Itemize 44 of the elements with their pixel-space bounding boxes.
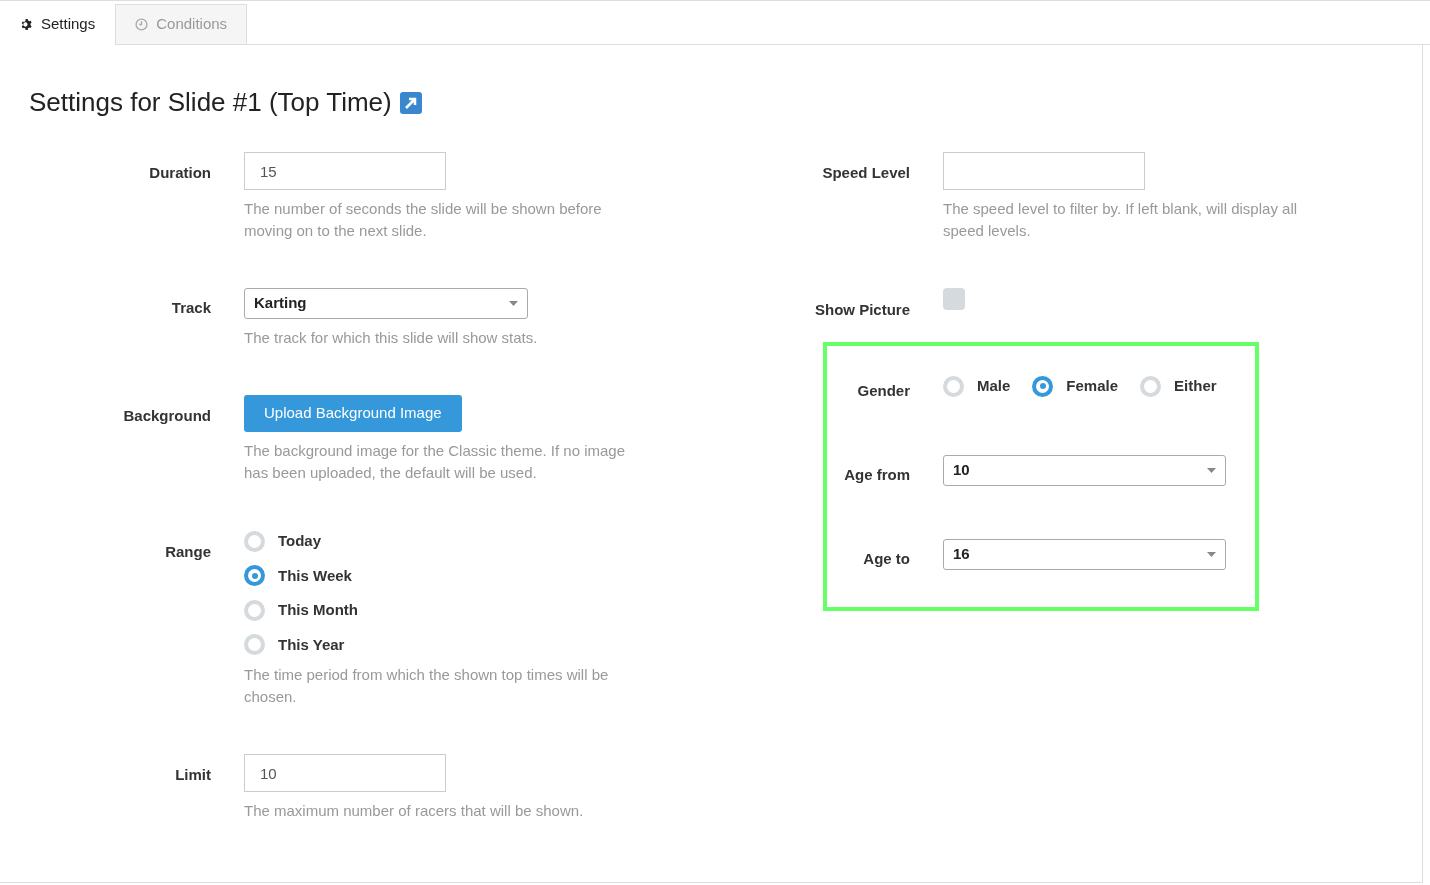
radio-button[interactable] [1032, 375, 1054, 397]
help-text: The background image for the Classic theme. If no image has been uploaded, the default will be used. [244, 441, 627, 483]
radio-button[interactable] [244, 599, 265, 621]
help-text: The speed level to filter by. If left blank, will display all speed levels. [943, 199, 1299, 241]
help-text: The time period from which the shown top times will be chosen. [244, 665, 610, 707]
radio-label: Today [278, 531, 322, 551]
radio-button[interactable] [1140, 375, 1162, 397]
field-label: Track [171, 299, 211, 316]
clock-icon [135, 18, 149, 31]
field-label: Gender [857, 382, 910, 399]
select-field[interactable]: 16 [943, 539, 1226, 570]
radio-button[interactable] [244, 530, 265, 552]
radio-label: Male [977, 376, 1011, 396]
radio-label: This Week [278, 565, 352, 586]
field-label: Age from [844, 466, 910, 483]
radio-button[interactable] [244, 634, 265, 656]
radio-label: Female [1066, 376, 1119, 396]
radio-label: Either [1174, 376, 1217, 396]
external-link-icon[interactable] [399, 91, 422, 114]
field-label: Speed Level [822, 164, 910, 181]
caret-icon [1207, 468, 1216, 473]
help-text: The maximum number of racers that will be shown. [244, 801, 585, 821]
caret-icon [509, 301, 518, 306]
gear-icon [20, 18, 33, 31]
field-label: Duration [149, 164, 211, 181]
radio-label: This Month [278, 600, 358, 620]
text-field[interactable]: 15 [244, 152, 446, 190]
checkbox[interactable] [943, 288, 965, 310]
radio-button[interactable] [943, 375, 964, 397]
field-label: Background [123, 407, 211, 424]
text-field[interactable] [943, 152, 1145, 190]
field-label: Show Picture [814, 301, 910, 318]
help-text: The track for which this slide will show stats. [244, 328, 539, 348]
field-label: Range [165, 543, 211, 560]
text-field[interactable]: 10 [244, 754, 446, 792]
page-title: Settings for Slide #1 (Top Time) [29, 86, 392, 119]
radio-label: This Year [278, 634, 345, 655]
help-text: The number of seconds the slide will be shown before moving on to the next slide. [244, 199, 603, 241]
caret-icon [1207, 552, 1216, 557]
radio-button[interactable] [244, 565, 265, 587]
field-label: Age to [863, 550, 910, 567]
select-field[interactable]: Karting [244, 288, 528, 319]
field-label: Limit [175, 766, 211, 783]
select-field[interactable]: 10 [943, 455, 1226, 486]
